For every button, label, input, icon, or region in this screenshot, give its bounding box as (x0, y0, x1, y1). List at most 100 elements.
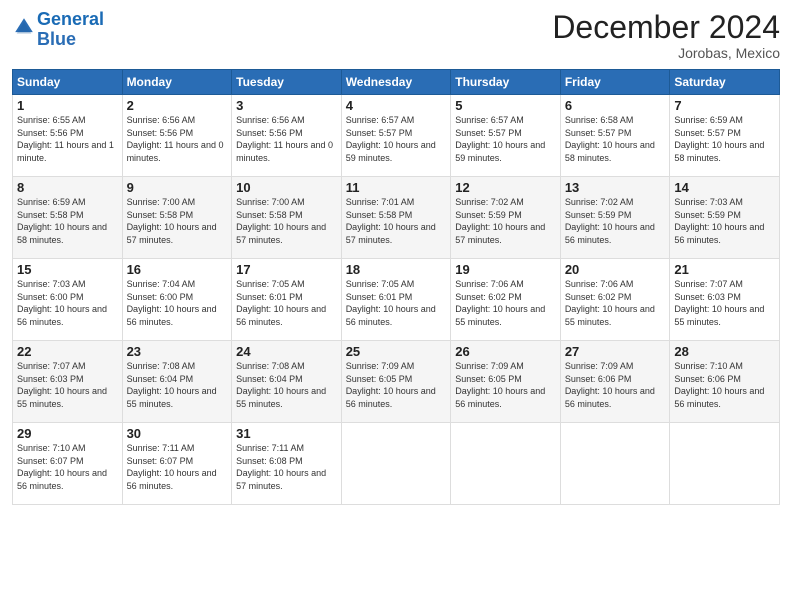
day-detail: Sunset: 5:59 PM (674, 210, 741, 220)
day-detail: Daylight: 10 hours and 56 minutes. (127, 468, 217, 491)
day-info: Sunrise: 7:02 AMSunset: 5:59 PMDaylight:… (565, 196, 666, 246)
day-detail: Sunrise: 6:56 AM (236, 115, 305, 125)
day-info: Sunrise: 7:05 AMSunset: 6:01 PMDaylight:… (346, 278, 447, 328)
day-number: 29 (17, 426, 118, 441)
calendar-cell: 19 Sunrise: 7:06 AMSunset: 6:02 PMDaylig… (451, 259, 561, 341)
logo-icon (13, 16, 35, 38)
day-detail: Daylight: 11 hours and 0 minutes. (236, 140, 333, 163)
calendar-cell: 26 Sunrise: 7:09 AMSunset: 6:05 PMDaylig… (451, 341, 561, 423)
day-number: 30 (127, 426, 228, 441)
calendar-body: 1 Sunrise: 6:55 AMSunset: 5:56 PMDayligh… (13, 95, 780, 505)
day-detail: Daylight: 10 hours and 56 minutes. (674, 386, 764, 409)
day-number: 16 (127, 262, 228, 277)
calendar-cell: 30 Sunrise: 7:11 AMSunset: 6:07 PMDaylig… (122, 423, 232, 505)
calendar-cell: 31 Sunrise: 7:11 AMSunset: 6:08 PMDaylig… (232, 423, 342, 505)
page-header: General Blue December 2024 Jorobas, Mexi… (12, 10, 780, 61)
day-detail: Sunset: 6:03 PM (17, 374, 84, 384)
day-detail: Sunset: 6:04 PM (127, 374, 194, 384)
day-info: Sunrise: 6:59 AMSunset: 5:58 PMDaylight:… (17, 196, 118, 246)
day-number: 1 (17, 98, 118, 113)
calendar-cell: 10 Sunrise: 7:00 AMSunset: 5:58 PMDaylig… (232, 177, 342, 259)
day-detail: Sunrise: 7:00 AM (127, 197, 196, 207)
header-wednesday: Wednesday (341, 70, 451, 95)
day-detail: Sunrise: 7:06 AM (565, 279, 634, 289)
day-info: Sunrise: 7:07 AM Sunset: 6:03 PM Daylight:… (17, 360, 118, 410)
day-detail: Sunrise: 7:07 AM (17, 361, 86, 371)
day-detail: Daylight: 10 hours and 55 minutes. (127, 386, 217, 409)
day-number: 27 (565, 344, 666, 359)
day-number: 7 (674, 98, 775, 113)
day-detail: Daylight: 11 hours and 0 minutes. (127, 140, 224, 163)
calendar-table: Sunday Monday Tuesday Wednesday Thursday… (12, 69, 780, 505)
day-number: 20 (565, 262, 666, 277)
day-number: 6 (565, 98, 666, 113)
day-detail: Sunset: 6:00 PM (17, 292, 84, 302)
day-detail: Sunrise: 7:05 AM (346, 279, 415, 289)
day-info: Sunrise: 7:08 AMSunset: 6:04 PMDaylight:… (236, 360, 337, 410)
logo: General Blue (12, 10, 104, 50)
calendar-cell: 15 Sunrise: 7:03 AMSunset: 6:00 PMDaylig… (13, 259, 123, 341)
day-detail: Daylight: 10 hours and 55 minutes. (565, 304, 655, 327)
day-number: 22 (17, 344, 118, 359)
day-detail: Sunrise: 7:10 AM (17, 443, 86, 453)
day-detail: Daylight: 11 hours and 1 minute. (17, 140, 114, 163)
day-detail: Daylight: 10 hours and 57 minutes. (127, 222, 217, 245)
day-detail: Sunrise: 7:10 AM (674, 361, 743, 371)
day-detail: Sunset: 6:06 PM (565, 374, 632, 384)
day-number: 11 (346, 180, 447, 195)
day-number: 10 (236, 180, 337, 195)
day-detail: Sunset: 5:58 PM (127, 210, 194, 220)
day-info: Sunrise: 7:06 AMSunset: 6:02 PMDaylight:… (455, 278, 556, 328)
day-number: 25 (346, 344, 447, 359)
day-number: 28 (674, 344, 775, 359)
day-detail: Sunset: 5:58 PM (17, 210, 84, 220)
header-sunday: Sunday (13, 70, 123, 95)
day-number: 12 (455, 180, 556, 195)
day-detail: Sunrise: 6:59 AM (674, 115, 743, 125)
location: Jorobas, Mexico (552, 45, 780, 61)
day-detail: Daylight: 10 hours and 56 minutes. (236, 304, 326, 327)
day-detail: Daylight: 10 hours and 57 minutes. (236, 468, 326, 491)
day-detail: Sunrise: 7:09 AM (565, 361, 634, 371)
day-detail: Sunset: 6:01 PM (236, 292, 303, 302)
calendar-cell: 21 Sunrise: 7:07 AMSunset: 6:03 PMDaylig… (670, 259, 780, 341)
day-detail: Sunset: 5:58 PM (236, 210, 303, 220)
day-detail: Sunset: 5:56 PM (127, 128, 194, 138)
header-thursday: Thursday (451, 70, 561, 95)
header-tuesday: Tuesday (232, 70, 342, 95)
calendar-cell: 5 Sunrise: 6:57 AMSunset: 5:57 PMDayligh… (451, 95, 561, 177)
weekday-header-row: Sunday Monday Tuesday Wednesday Thursday… (13, 70, 780, 95)
day-detail: Sunset: 5:59 PM (455, 210, 522, 220)
day-info: Sunrise: 7:11 AMSunset: 6:08 PMDaylight:… (236, 442, 337, 492)
calendar-cell (560, 423, 670, 505)
day-detail: Sunset: 6:05 PM (346, 374, 413, 384)
day-info: Sunrise: 7:03 AMSunset: 6:00 PMDaylight:… (17, 278, 118, 328)
day-number: 4 (346, 98, 447, 113)
calendar-cell: 16 Sunrise: 7:04 AMSunset: 6:00 PMDaylig… (122, 259, 232, 341)
day-detail: Sunset: 6:00 PM (127, 292, 194, 302)
logo-blue: Blue (37, 29, 76, 49)
day-info: Sunrise: 6:59 AMSunset: 5:57 PMDaylight:… (674, 114, 775, 164)
calendar-cell: 4 Sunrise: 6:57 AMSunset: 5:57 PMDayligh… (341, 95, 451, 177)
header-saturday: Saturday (670, 70, 780, 95)
day-detail: Daylight: 10 hours and 57 minutes. (346, 222, 436, 245)
day-number: 2 (127, 98, 228, 113)
header-friday: Friday (560, 70, 670, 95)
day-detail: Daylight: 10 hours and 55 minutes. (455, 304, 545, 327)
day-info: Sunrise: 7:02 AMSunset: 5:59 PMDaylight:… (455, 196, 556, 246)
day-detail: Sunrise: 7:06 AM (455, 279, 524, 289)
day-detail: Daylight: 10 hours and 58 minutes. (674, 140, 764, 163)
day-detail: Sunrise: 7:09 AM (346, 361, 415, 371)
day-number: 13 (565, 180, 666, 195)
day-detail: Sunrise: 6:57 AM (346, 115, 415, 125)
calendar-cell: 28 Sunrise: 7:10 AMSunset: 6:06 PMDaylig… (670, 341, 780, 423)
calendar-cell: 2 Sunrise: 6:56 AMSunset: 5:56 PMDayligh… (122, 95, 232, 177)
day-detail: Sunset: 5:56 PM (17, 128, 84, 138)
day-detail: Daylight: 10 hours and 55 minutes. (17, 386, 107, 409)
day-detail: Sunrise: 7:08 AM (127, 361, 196, 371)
day-detail: Sunset: 5:57 PM (455, 128, 522, 138)
day-detail: Daylight: 10 hours and 56 minutes. (17, 468, 107, 491)
day-number: 18 (346, 262, 447, 277)
week-row-1: 1 Sunrise: 6:55 AMSunset: 5:56 PMDayligh… (13, 95, 780, 177)
calendar-cell: 7 Sunrise: 6:59 AMSunset: 5:57 PMDayligh… (670, 95, 780, 177)
